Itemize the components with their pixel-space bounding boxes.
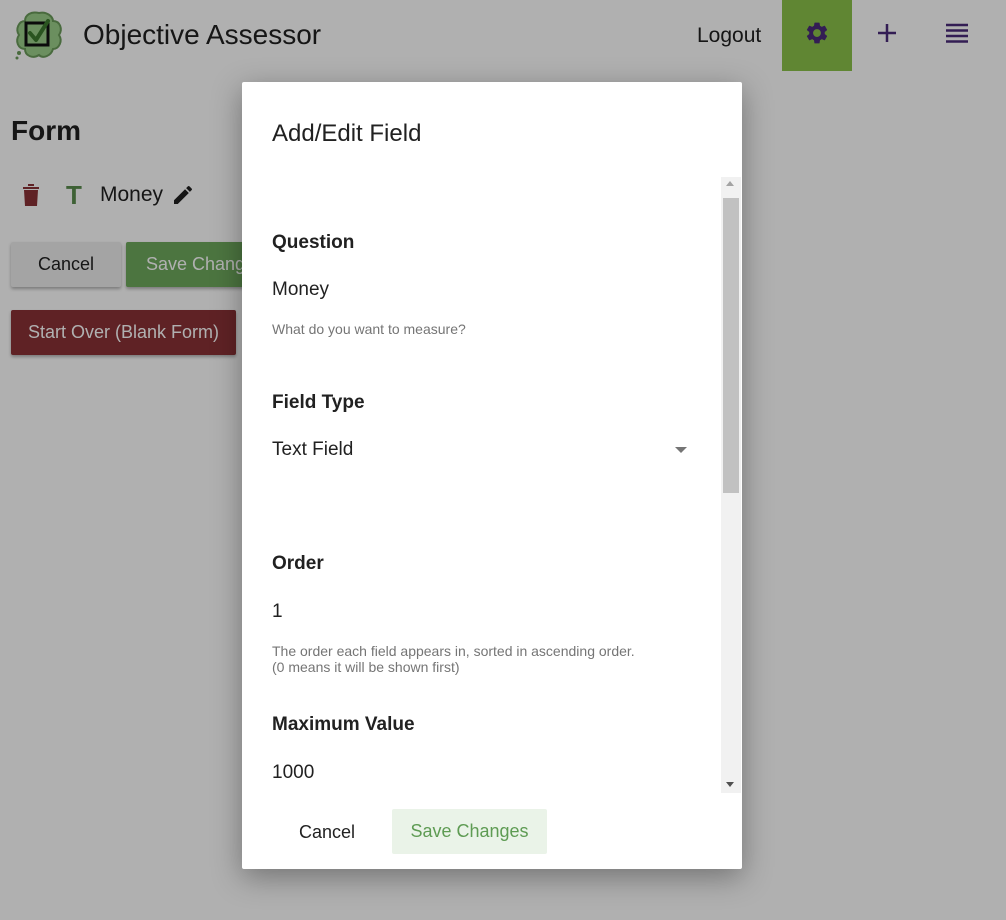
scroll-down-arrow-icon[interactable]	[726, 782, 734, 787]
dialog-title: Add/Edit Field	[272, 120, 422, 147]
dialog-cancel-button[interactable]: Cancel	[282, 810, 372, 854]
field-type-label: Field Type	[272, 392, 365, 413]
order-help-line-1: The order each field appears in, sorted …	[272, 643, 635, 659]
maximum-value-input[interactable]	[272, 760, 687, 786]
add-edit-field-dialog: Add/Edit Field Question What do you want…	[242, 82, 742, 869]
field-type-value: Text Field	[272, 439, 354, 460]
dropdown-arrow-icon	[675, 447, 687, 453]
question-label: Question	[272, 232, 355, 253]
dialog-scrollbar[interactable]	[721, 177, 741, 793]
scroll-up-arrow-icon[interactable]	[726, 181, 734, 186]
dialog-save-changes-button[interactable]: Save Changes	[392, 809, 547, 854]
scrollbar-thumb[interactable]	[723, 198, 739, 493]
field-type-select[interactable]: Text Field	[272, 437, 687, 465]
dialog-body: Question What do you want to measure? Fi…	[242, 177, 742, 793]
order-help-line-2: (0 means it will be shown first)	[272, 659, 460, 675]
order-input[interactable]	[272, 599, 687, 625]
order-label: Order	[272, 553, 324, 574]
maximum-value-label: Maximum Value	[272, 714, 415, 735]
question-help: What do you want to measure?	[272, 321, 466, 337]
question-input[interactable]	[272, 277, 687, 303]
